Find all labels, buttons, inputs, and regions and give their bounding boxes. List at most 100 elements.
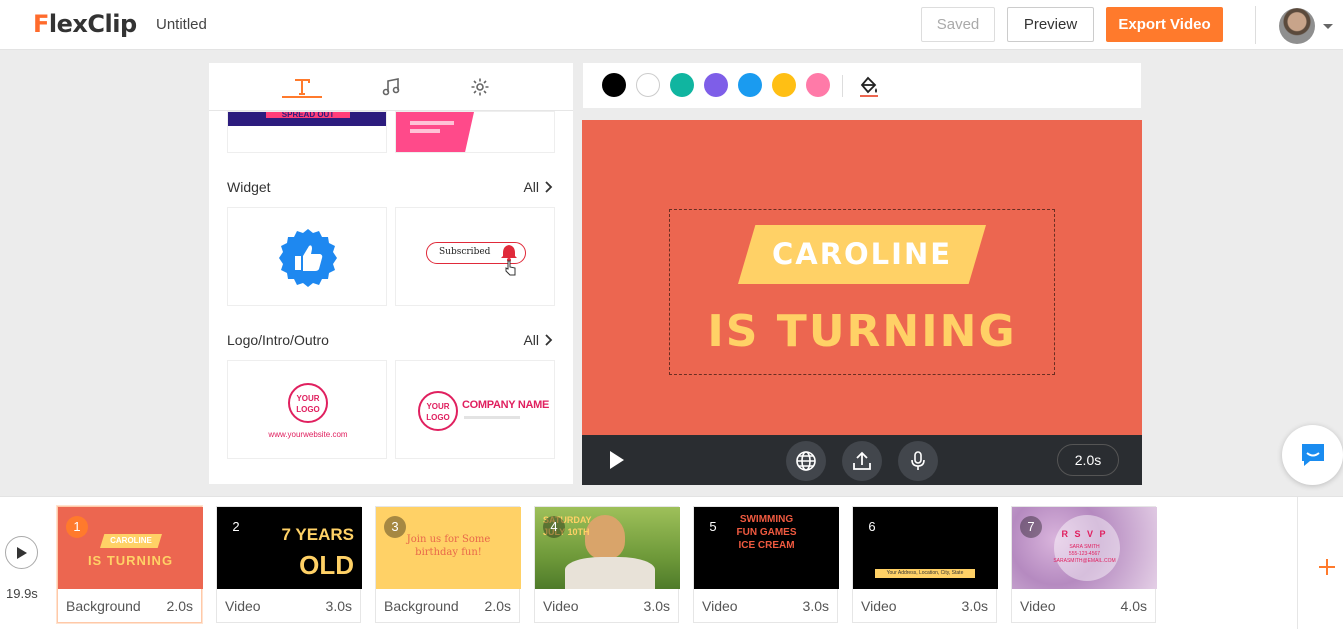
scene-line2: IS TURNING	[87, 553, 174, 568]
cursor-hand-icon	[505, 260, 516, 276]
video-canvas[interactable]: CAROLINE IS TURNING	[582, 120, 1142, 435]
plus-icon	[1319, 559, 1335, 575]
timeline-play-button[interactable]	[5, 536, 38, 569]
scene-type: Background	[66, 598, 141, 614]
logo-text: lexClip	[48, 10, 137, 38]
upload-button[interactable]	[842, 441, 882, 481]
chevron-down-icon[interactable]	[1323, 24, 1333, 29]
panel-tabs	[209, 63, 573, 111]
scene-number: 4	[543, 516, 565, 538]
scene-number: 6	[868, 519, 876, 534]
timeline: 19.9s CAROLINE IS TURNING 1 Background 2…	[0, 496, 1343, 629]
main-text[interactable]: IS TURNING	[669, 306, 1055, 357]
scene-number: 3	[384, 516, 406, 538]
logo-all-link[interactable]: All	[523, 332, 553, 348]
scene-duration: 3.0s	[643, 598, 670, 614]
header-divider	[1255, 6, 1256, 44]
tab-settings[interactable]	[465, 73, 495, 101]
scene-type: Video	[543, 598, 579, 614]
toolbar-divider	[842, 75, 843, 97]
scene-line2: OLD	[299, 550, 354, 580]
chevron-right-icon	[545, 334, 553, 346]
scene-line1: 7 YEARS	[281, 525, 354, 544]
chat-icon	[1301, 444, 1324, 466]
upload-icon	[853, 451, 871, 470]
scene-line1: CAROLINE	[110, 536, 152, 545]
microphone-icon	[911, 451, 925, 470]
scene-duration[interactable]: 2.0s	[1057, 444, 1119, 476]
color-swatch-pink[interactable]	[806, 73, 830, 97]
chat-button[interactable]	[1282, 425, 1343, 485]
header: FlexClip Untitled Saved Preview Export V…	[0, 0, 1343, 50]
active-tab-indicator	[282, 96, 322, 98]
globe-icon	[796, 451, 816, 471]
play-icon[interactable]	[608, 450, 626, 470]
scene-card[interactable]: Join us for Some birthday fun! 3 Backgro…	[375, 506, 521, 623]
add-scene-button[interactable]	[1313, 553, 1341, 581]
your-logo-circle: YOUR LOGO	[418, 391, 458, 431]
settings-icon	[471, 78, 489, 96]
player-controls: 2.0s	[582, 435, 1142, 485]
scene-card[interactable]: 7 YEARS OLD 2 Video 3.0s	[216, 506, 362, 623]
template-line	[410, 129, 440, 133]
logo-template-1[interactable]: YOUR LOGO www.yourwebsite.com	[227, 360, 387, 459]
text-template-spread-out[interactable]: SPREAD OUT	[227, 111, 387, 153]
color-swatch-white[interactable]	[636, 73, 660, 97]
company-bar	[464, 416, 520, 419]
scene-duration: 3.0s	[802, 598, 829, 614]
scene-line2: SARA SMITH	[1069, 544, 1100, 550]
logo-template-2[interactable]: YOUR LOGO COMPANY NAME	[395, 360, 555, 459]
color-swatch-teal[interactable]	[670, 73, 694, 97]
scene-duration: 3.0s	[961, 598, 988, 614]
scene-type: Video	[1020, 598, 1056, 614]
girl-dress	[565, 557, 655, 589]
scene-type: Background	[384, 598, 459, 614]
paint-bucket-icon[interactable]	[857, 74, 881, 98]
widget-like[interactable]	[227, 207, 387, 306]
chevron-right-icon	[545, 181, 553, 193]
timeline-divider	[1297, 497, 1298, 629]
user-avatar[interactable]	[1279, 8, 1315, 44]
record-voice-button[interactable]	[898, 441, 938, 481]
scene-duration: 3.0s	[325, 598, 352, 614]
scene-card[interactable]: CAROLINE IS TURNING 1 Background 2.0s	[57, 506, 203, 623]
scene-line3: ICE CREAM	[738, 540, 795, 551]
scene-type: Video	[861, 598, 897, 614]
thumbs-up-icon	[279, 229, 337, 287]
banner-text[interactable]: CAROLINE	[738, 237, 986, 271]
scene-number: 2	[232, 519, 240, 534]
color-swatch-black[interactable]	[602, 73, 626, 97]
your-logo-circle: YOUR LOGO	[288, 383, 328, 423]
scene-duration: 2.0s	[166, 598, 193, 614]
scene-number: 7	[1020, 516, 1042, 538]
widget-subscribed[interactable]: Subscribed	[395, 207, 555, 306]
color-toolbar	[583, 63, 1141, 108]
tab-music[interactable]	[376, 73, 406, 101]
widget-all-link[interactable]: All	[523, 179, 553, 195]
language-button[interactable]	[786, 441, 826, 481]
text-template-pink[interactable]	[395, 111, 555, 153]
play-icon	[16, 546, 27, 559]
flexclip-logo[interactable]: FlexClip	[33, 10, 137, 38]
scene-duration: 2.0s	[484, 598, 511, 614]
preview-button[interactable]: Preview	[1007, 7, 1094, 42]
color-swatch-blue[interactable]	[738, 73, 762, 97]
left-panel: SPREAD OUT Widget All Subscribed Logo/In…	[209, 63, 573, 484]
color-swatch-purple[interactable]	[704, 73, 728, 97]
color-swatch-yellow[interactable]	[772, 73, 796, 97]
scene-number: 1	[66, 516, 88, 538]
template-label: SPREAD OUT	[266, 112, 350, 118]
scene-card[interactable]: SATURDAY JULY 10TH 4 Video 3.0s	[534, 506, 680, 623]
widget-section-title: Widget	[227, 179, 271, 195]
company-name-text: COMPANY NAME	[462, 399, 550, 411]
scene-card[interactable]: R S V P SARA SMITH 555-123-4567 SARASMIT…	[1011, 506, 1157, 623]
total-duration: 19.9s	[6, 586, 38, 601]
text-icon	[295, 79, 310, 95]
scene-card[interactable]: Your Address, Location, City, State 6 Vi…	[852, 506, 998, 623]
scene-card[interactable]: SWIMMING FUN GAMES ICE CREAM 5 Video 3.0…	[693, 506, 839, 623]
scene-line3: 555-123-4567	[1068, 551, 1101, 557]
saved-button[interactable]: Saved	[921, 7, 995, 42]
scene-duration: 4.0s	[1120, 598, 1147, 614]
export-video-button[interactable]: Export Video	[1106, 7, 1223, 42]
project-title[interactable]: Untitled	[156, 16, 207, 33]
